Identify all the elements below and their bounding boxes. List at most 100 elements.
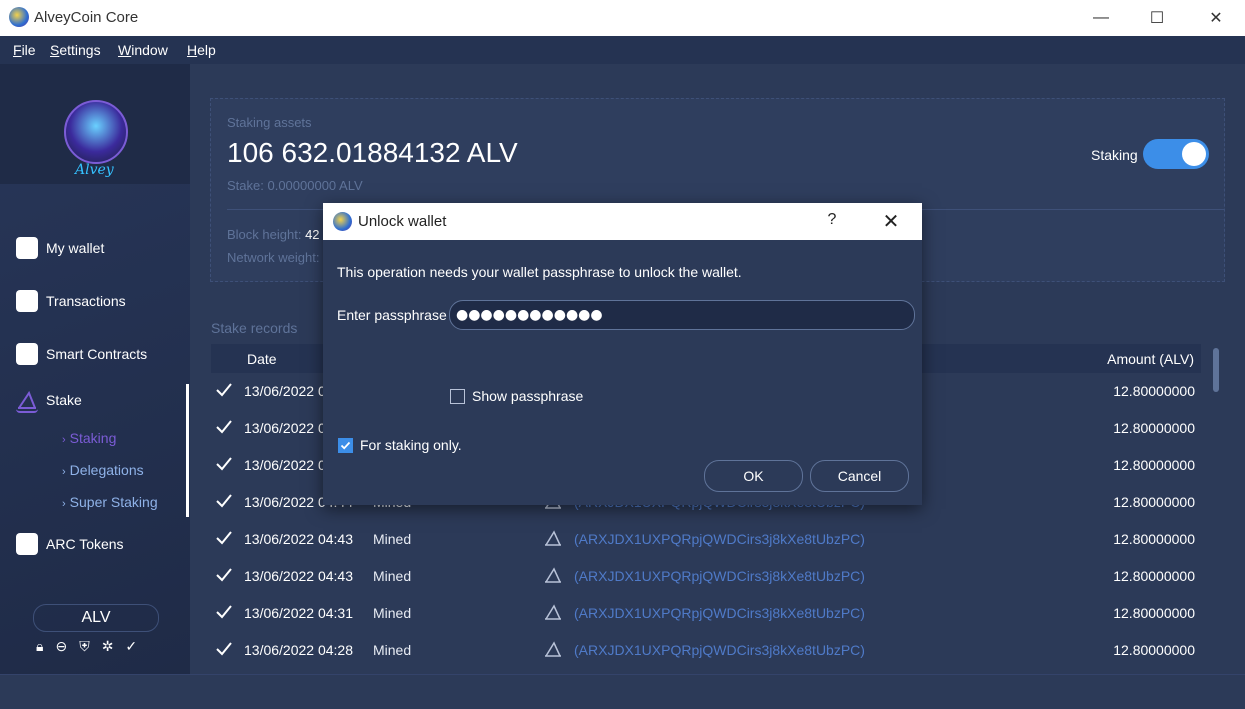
active-indicator [186,384,189,517]
block-height: Block height: 42 [227,227,320,242]
wallet-icon [16,237,38,259]
staking-toggle-label: Staking [1091,147,1138,163]
row-address: (ARXJDX1UXPQRpjQWDCirs3j8kXe8tUbzPC) [574,568,865,584]
sidebar-item-label: ARC Tokens [46,536,124,552]
menu-file[interactable]: File [13,42,36,58]
maximize-button[interactable]: ☐ [1128,0,1186,36]
confirmed-check-icon [216,531,232,545]
table-row[interactable]: 13/06/2022 04:43 Mined (ARXJDX1UXPQRpjQWDC… [211,521,1201,558]
confirmed-check-icon [216,457,232,471]
dialog-close-button[interactable]: ✕ [876,209,906,235]
toggle-knob [1182,142,1206,166]
sidebar-item-label: Transactions [46,293,126,309]
row-date: 13/06/2022 04:43 [244,568,353,584]
sync-icon: ⊖ [55,638,68,654]
sidebar-item-smart-contracts[interactable]: Smart Contracts [0,335,186,375]
stake-icon [545,530,561,546]
row-amount: 12.80000000 [1113,494,1195,510]
list-icon [16,290,38,312]
row-address: (ARXJDX1UXPQRpjQWDCirs3j8kXe8tUbzPC) [574,531,865,547]
window-title: AlveyCoin Core [34,9,139,26]
row-amount: 12.80000000 [1113,568,1195,584]
row-date: 13/06/2022 0 [244,383,326,399]
sidebar-item-label: Stake [46,392,82,408]
row-type: Mined [373,642,412,658]
row-type: Mined [373,531,412,547]
shield-icon: ⛨ [79,638,90,654]
sidebar-item-stake[interactable]: Stake [0,381,186,421]
row-type: Mined [373,568,412,584]
row-amount: 12.80000000 [1113,383,1195,399]
sidebar-item-arc-tokens[interactable]: ARC Tokens [0,525,186,565]
network-icon: ✲ [101,638,114,654]
sidebar-subitem-delegations[interactable]: Delegations [62,462,144,478]
confirmed-check-icon [216,383,232,397]
stake-icon [16,390,38,413]
checkbox-box[interactable] [450,389,465,404]
row-amount: 12.80000000 [1113,457,1195,473]
stake-icon [545,641,561,657]
help-button[interactable]: ? [820,211,844,233]
confirmed-check-icon [216,568,232,582]
check-icon [340,441,351,450]
sidebar-subitem-staking[interactable]: Staking [62,430,117,446]
block-height-value: 42 [305,227,320,242]
sidebar-item-my-wallet[interactable]: My wallet [0,229,186,269]
row-address: (ARXJDX1UXPQRpjQWDCirs3j8kXe8tUbzPC) [574,642,865,658]
passphrase-label: Enter passphrase [337,307,447,323]
stake-label: Stake: [227,178,264,193]
menu-help[interactable]: Help [187,42,216,58]
sidebar-item-label: Smart Contracts [46,346,148,362]
stake-icon [545,604,561,620]
row-date: 13/06/2022 04:43 [244,531,353,547]
table-scrollbar[interactable] [1213,348,1219,392]
row-date: 13/06/2022 0 [244,420,326,436]
currency-unit-selector[interactable]: ALV [33,604,159,632]
stake-records-label: Stake records [211,320,298,336]
app-icon [9,7,29,27]
row-date: 13/06/2022 04:28 [244,642,353,658]
dialog-title: Unlock wallet [358,213,447,230]
lock-icon[interactable]: 🔒︎ [36,638,43,654]
column-amount[interactable]: Amount (ALV) [1107,351,1194,367]
token-icon [16,533,38,555]
row-amount: 12.80000000 [1113,420,1195,436]
confirmed-check-icon [216,494,232,508]
confirmed-check-icon [216,642,232,656]
close-window-button[interactable]: ✕ [1187,0,1245,36]
ok-button[interactable]: OK [704,460,803,492]
sidebar-subitem-super-staking[interactable]: Super Staking [62,494,158,510]
check-icon: ✓ [125,638,138,654]
menu-window[interactable]: Window [118,42,168,58]
table-row[interactable]: 13/06/2022 04:31 Mined (ARXJDX1UXPQRpjQWDC… [211,595,1201,632]
passphrase-input[interactable]: ●●●●●●●●●●●● [449,300,915,330]
column-date[interactable]: Date [247,351,277,367]
row-date: 13/06/2022 0 [244,457,326,473]
cancel-button[interactable]: Cancel [810,460,909,492]
table-row[interactable]: 13/06/2022 04:28 Mined (ARXJDX1UXPQRpjQWDC… [211,632,1201,669]
menu-settings[interactable]: Settings [50,42,101,58]
sidebar-item-label: My wallet [46,240,105,256]
row-date: 13/06/2022 04:31 [244,605,353,621]
status-icons: 🔒︎ ⊖ ⛨ ✲ ✓ [36,638,166,654]
app-icon [333,212,352,231]
confirmed-check-icon [216,420,232,434]
network-weight: Network weight: [227,250,319,265]
confirmed-check-icon [216,605,232,619]
dialog-message: This operation needs your wallet passphr… [337,264,742,280]
block-height-label: Block height: [227,227,302,242]
network-weight-label: Network weight: [227,250,320,265]
checkbox-box[interactable] [338,438,353,453]
dialog-titlebar: Unlock wallet ? ✕ [323,203,922,240]
stake-value: 0.00000000 ALV [267,178,363,193]
staking-toggle[interactable] [1143,139,1209,169]
row-address: (ARXJDX1UXPQRpjQWDCirs3j8kXe8tUbzPC) [574,605,865,621]
staking-assets-value: 106 632.01884132 ALV [227,137,518,168]
minimize-button[interactable]: — [1072,0,1130,36]
sidebar-item-transactions[interactable]: Transactions [0,282,186,322]
window-titlebar: AlveyCoin Core — ☐ ✕ [0,0,1245,36]
sidebar: Alvey My wallet Transactions Smart Contr… [0,64,190,674]
contract-icon [16,343,38,365]
row-amount: 12.80000000 [1113,531,1195,547]
table-row[interactable]: 13/06/2022 04:43 Mined (ARXJDX1UXPQRpjQWDC… [211,558,1201,595]
